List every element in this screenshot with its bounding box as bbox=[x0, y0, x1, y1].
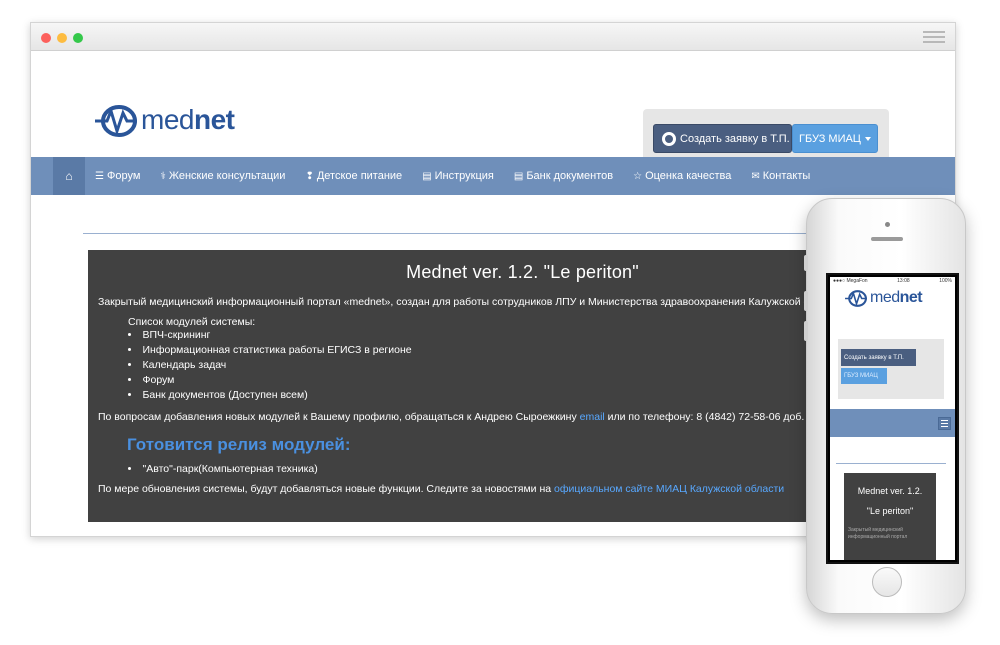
nav-item-contacts[interactable]: ✉ Контакты bbox=[741, 157, 820, 195]
nav-item-document-bank[interactable]: ▤ Банк документов bbox=[504, 157, 623, 195]
organization-label: ГБУЗ МИАЦ bbox=[799, 132, 861, 145]
close-window-icon[interactable] bbox=[41, 33, 51, 43]
contact-text-after: или по телефону: 8 (4842) 72-58-06 доб. … bbox=[604, 411, 819, 423]
nav-item-quality-rating[interactable]: ☆ Оценка качества bbox=[623, 157, 741, 195]
front-camera bbox=[885, 222, 890, 227]
list-icon: ☰ bbox=[95, 170, 104, 182]
nav-item-label: Женские консультации bbox=[168, 170, 286, 182]
organization-dropdown[interactable]: ГБУЗ МИАЦ bbox=[792, 124, 878, 153]
stethoscope-icon: ⚕ bbox=[160, 170, 166, 182]
mute-switch bbox=[804, 255, 808, 271]
nav-item-label: Инструкция bbox=[434, 170, 494, 182]
chevron-down-icon bbox=[864, 136, 871, 141]
window-titlebar bbox=[31, 23, 955, 51]
site-logo[interactable]: mednet bbox=[93, 103, 235, 137]
nav-item-baby-food[interactable]: ❢ Детское питание bbox=[295, 157, 412, 195]
home-nav-button[interactable]: ⌂ bbox=[53, 157, 85, 195]
nav-item-label: Форум bbox=[106, 170, 141, 182]
baby-icon: ❢ bbox=[305, 170, 314, 182]
site-header: mednet Создать заявку в Т.П. ГБУЗ МИАЦ bbox=[31, 51, 955, 169]
nav-item-forum[interactable]: ☰ Форум bbox=[85, 157, 150, 195]
logo-wordmark: mednet bbox=[870, 289, 923, 306]
envelope-icon: ✉ bbox=[751, 170, 760, 182]
phone-screen: ●●●○ MegaFon 13:08 100% mednet Создать з… bbox=[826, 273, 959, 564]
nav-item-label: Оценка качества bbox=[645, 170, 732, 182]
logo-wave-icon bbox=[95, 105, 137, 137]
main-navbar: ⌂ ☰ Форум ⚕ Женские консультации ❢ Детское … bbox=[31, 157, 955, 195]
create-ticket-button[interactable]: Создать заявку в Т.П. bbox=[653, 124, 792, 153]
nav-item-label: Детское питание bbox=[316, 170, 403, 182]
lifebuoy-icon bbox=[662, 131, 676, 146]
contact-text-before: По вопросам добавления новых модулей к В… bbox=[98, 411, 580, 423]
mobile-welcome-panel: Mednet ver. 1.2. "Le periton" Закрытый м… bbox=[844, 473, 936, 560]
nav-item-label: Контакты bbox=[762, 170, 811, 182]
stage: mednet Создать заявку в Т.П. ГБУЗ МИАЦ ⌂… bbox=[0, 0, 1000, 645]
book-icon: ▤ bbox=[422, 170, 432, 182]
logo-wordmark: mednet bbox=[141, 104, 235, 135]
browser-menu-icon[interactable] bbox=[923, 31, 945, 43]
mobile-content-divider bbox=[836, 463, 946, 464]
update-text-before: По мере обновления системы, будут добавл… bbox=[98, 483, 554, 495]
logo-wave-icon bbox=[845, 290, 867, 307]
maximize-window-icon[interactable] bbox=[73, 33, 83, 43]
mobile-navbar bbox=[830, 409, 955, 437]
home-button[interactable] bbox=[872, 567, 902, 597]
volume-up-button bbox=[804, 291, 808, 311]
mobile-site-logo[interactable]: mednet bbox=[844, 289, 923, 307]
home-icon: ⌂ bbox=[65, 169, 73, 183]
mobile-intro-text: Закрытый медицинский информационный порт… bbox=[848, 527, 908, 540]
nav-item-womens-consultations[interactable]: ⚕ Женские консультации bbox=[150, 157, 295, 195]
book-icon: ▤ bbox=[513, 170, 524, 182]
mobile-page: ●●●○ MegaFon 13:08 100% mednet Создать з… bbox=[830, 277, 955, 560]
nav-item-label: Банк документов bbox=[526, 170, 614, 182]
phone-speaker bbox=[871, 237, 903, 241]
official-site-link[interactable]: официальном сайте МИАЦ Калужской области bbox=[554, 483, 784, 495]
clock-label: 13:08 bbox=[897, 278, 910, 284]
phone-mockup: ●●●○ MegaFon 13:08 100% mednet Создать з… bbox=[804, 198, 966, 614]
email-link[interactable]: email bbox=[580, 411, 605, 423]
mobile-create-ticket-button[interactable]: Создать заявку в Т.П. bbox=[841, 349, 916, 366]
mobile-status-bar: ●●●○ MegaFon 13:08 100% bbox=[830, 277, 955, 287]
volume-down-button bbox=[804, 321, 808, 341]
mobile-organization-dropdown[interactable]: ГБУЗ МИАЦ bbox=[841, 368, 887, 384]
carrier-label: ●●●○ MegaFon bbox=[833, 278, 868, 284]
star-icon: ☆ bbox=[633, 170, 643, 182]
mobile-title-line1: Mednet ver. 1.2. bbox=[857, 486, 923, 496]
nav-item-instructions[interactable]: ▤ Инструкция bbox=[412, 157, 504, 195]
minimize-window-icon[interactable] bbox=[57, 33, 67, 43]
mobile-user-panel: Создать заявку в Т.П. ГБУЗ МИАЦ bbox=[838, 339, 944, 399]
battery-label: 100% bbox=[939, 278, 952, 284]
menu-toggle-icon[interactable] bbox=[938, 417, 951, 430]
mobile-title-line2: "Le periton" bbox=[866, 506, 914, 516]
create-ticket-label: Создать заявку в Т.П. bbox=[680, 132, 790, 145]
